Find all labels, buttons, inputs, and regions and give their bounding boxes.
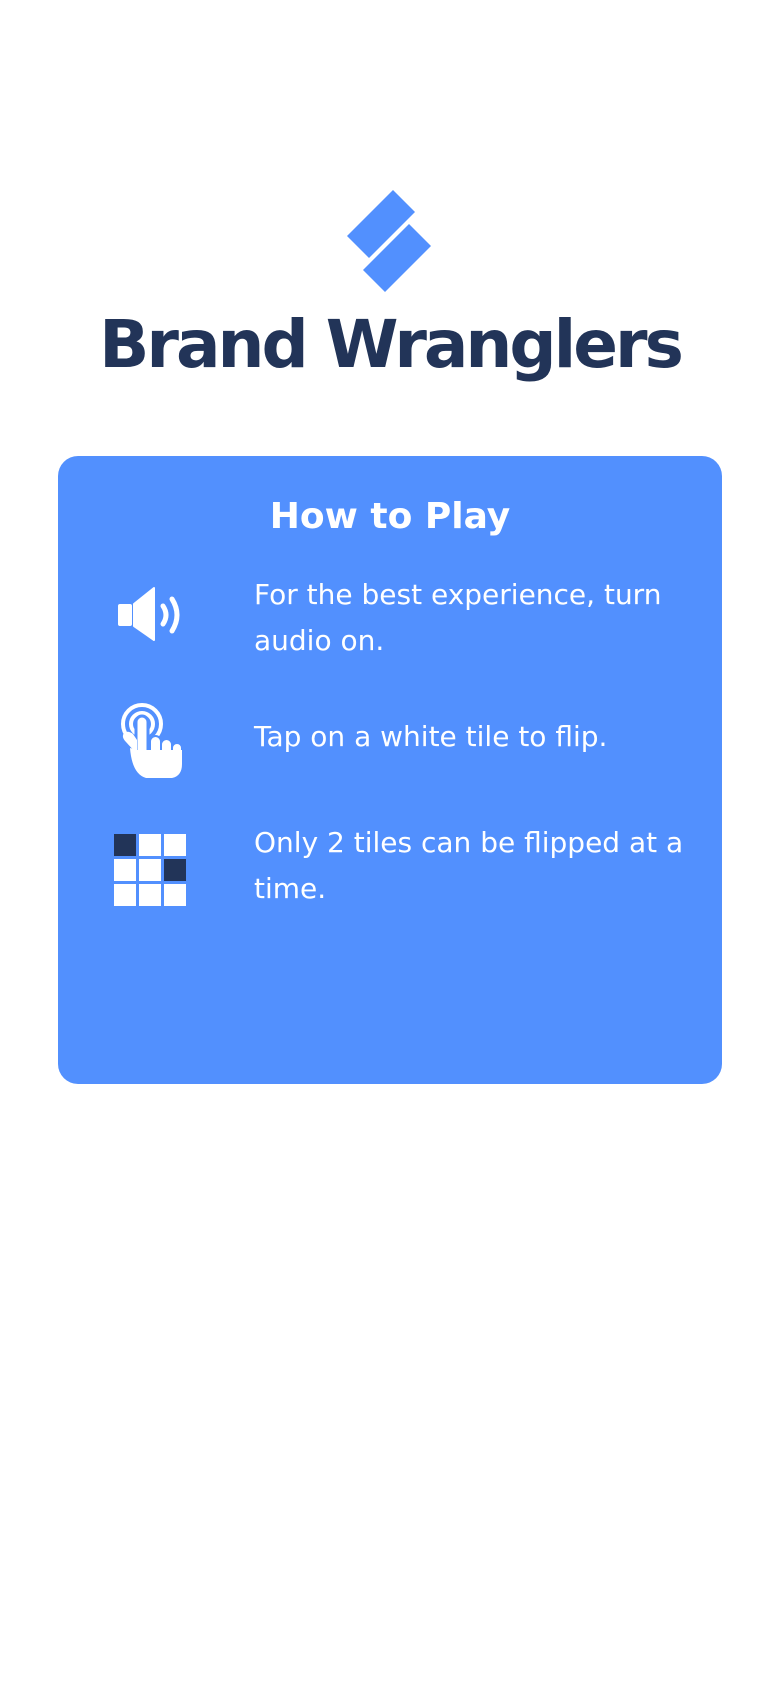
brand-title: Brand Wranglers [99,306,684,383]
tile-grid-icon [114,834,186,906]
rule-tiles-text: Only 2 tiles can be flipped at a time. [254,826,684,905]
rule-tap-text: Tap on a white tile to flip. [254,720,608,753]
speaker-icon [118,587,180,641]
tap-hand-icon [121,703,183,778]
brand-logo-icon [347,190,431,292]
how-to-play-card: How to Play For the best experience, tur… [58,456,722,1084]
rule-audio-text: For the best experience, turn audio on. [254,578,662,657]
how-to-play-title: How to Play [269,496,511,537]
